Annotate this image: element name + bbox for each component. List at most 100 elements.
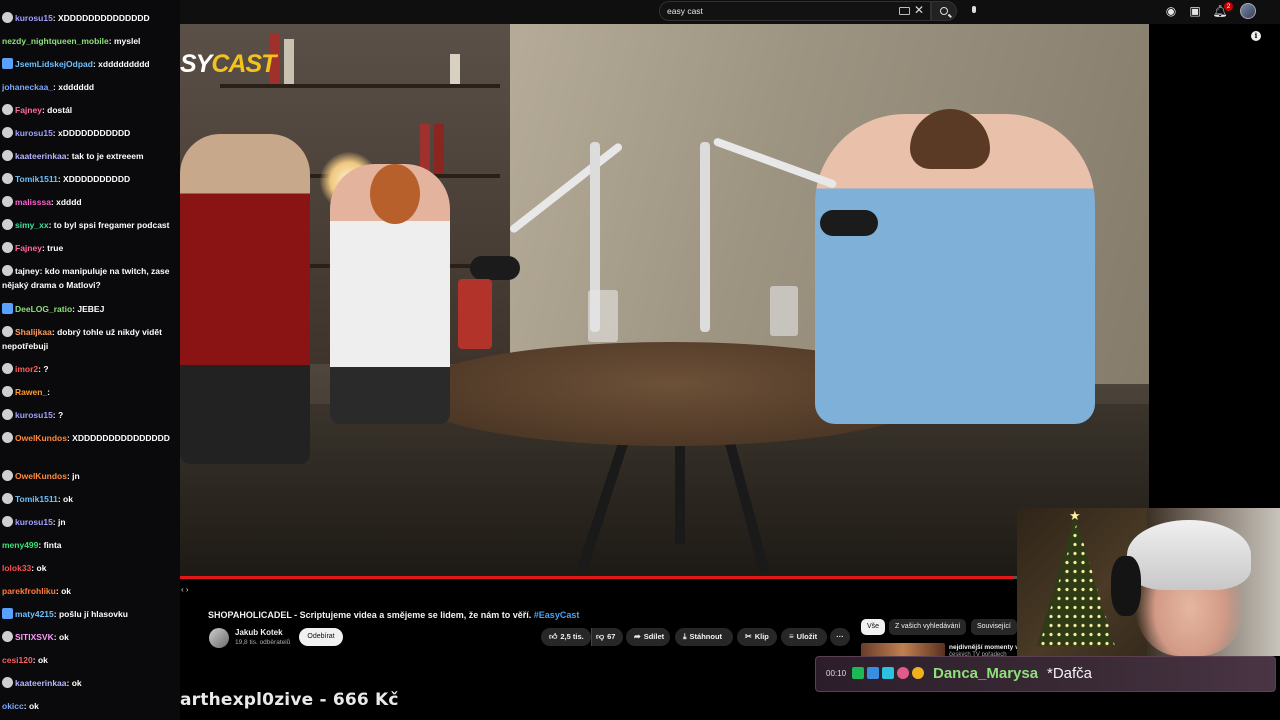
save-button[interactable]: ≡ Uložit [781,628,827,646]
chip-from-searches[interactable]: Z vašich vyhledávání [889,619,967,635]
chat-message: SITIXSVK: ok [2,630,178,644]
chat-username[interactable]: kaateerinkaa [15,151,67,161]
chat-username[interactable]: tajney [15,266,40,276]
stream-chat[interactable]: kurosu15: XDDDDDDDDDDDDDD nezdy_nightquee… [0,0,180,720]
chat-message: tajney: kdo manipuluje na twitch, zase n… [2,265,170,290]
chat-text: pošlu jí hlasovku [58,609,128,619]
chat-username[interactable]: Rawen_ [15,387,47,397]
chat-username[interactable]: simy_xx [15,220,49,230]
subscribe-button[interactable]: Odebírat [299,628,343,646]
chat-message: maty4215: pošlu jí hlasovku [2,607,178,621]
share-button[interactable]: ➦ Sdílet [626,628,670,646]
badge-icon [897,667,909,679]
chat-message: imor2: ? [2,362,178,376]
download-button[interactable]: ⤓ Stáhnout [675,628,733,646]
chat-username[interactable]: kurosu15 [15,128,53,138]
chat-text: JEBEJ [77,304,105,314]
chat-username[interactable]: Fajney [15,105,42,115]
search-input[interactable]: easy cast [667,6,703,16]
chat-username[interactable]: parekfrohliku [2,586,56,596]
chat-text: XDDDDDDDDDDDDDD [58,13,150,23]
chip-all[interactable]: Vše [861,619,886,635]
account-avatar[interactable] [1240,3,1256,19]
chat-text: tak to je extreeem [71,151,144,161]
chat-text: jn [72,471,80,481]
chat-text: ok [63,494,73,504]
chat-username[interactable]: meny499 [2,540,38,550]
search-button[interactable] [931,1,957,21]
clear-search-icon[interactable]: ✕ [914,3,924,17]
hashtag-link[interactable]: #EasyCast [534,610,580,620]
chat-message: Fajney: dostál [2,103,178,117]
chat-badge-icon [2,363,13,374]
more-actions-button[interactable]: ··· [830,628,850,646]
chat-username[interactable]: Tomik1511 [15,494,58,504]
chat-username[interactable]: Shalijkaa [15,327,52,337]
chat-badge-icon [2,265,13,276]
chat-message: simy_xx: to byl spsi fregamer podcast [2,218,178,232]
chat-text: xdddd [56,197,82,207]
chat-username[interactable]: imor2 [15,364,38,374]
search-box[interactable]: easy cast ✕ [659,1,931,21]
chat-username[interactable]: JsemLidskejOdpad [15,59,93,69]
video-player[interactable]: SYCAST [180,24,1149,579]
chat-badge-icon [2,173,13,184]
search-icon [940,7,948,15]
chat-text: ok [61,586,71,596]
chat-text: true [47,243,64,253]
chat-text: ? [58,410,64,420]
recommended-title: nejdivnější momenty v [949,644,1019,651]
headset [1111,556,1141,616]
badge-icon [882,667,894,679]
chat-username[interactable]: johaneckaa_ [2,82,53,92]
chat-text: to byl spsi fregamer podcast [53,220,170,230]
chat-text: myslel [113,36,141,46]
dislike-button[interactable]: 👎︎ 67 [591,628,623,646]
chat-text: ? [43,364,49,374]
chat-text: ok [36,563,47,573]
chip-related[interactable]: Související [971,619,1017,635]
chat-username[interactable]: Tomik1511 [15,174,58,184]
chat-username[interactable]: okicc [2,701,24,711]
chat-username[interactable]: DeeLOG_ratio [15,304,72,314]
chat-message: kurosu15: XDDDDDDDDDDDDDD [2,11,178,25]
streamer-webcam: ★ [1017,508,1280,656]
channel-name[interactable]: Jakub Kotek [235,628,283,637]
chat-username[interactable]: kurosu15 [15,13,53,23]
chat-message: DeeLOG_ratio: JEBEJ [2,302,178,316]
clip-button[interactable]: ✂ Klip [737,628,777,646]
chapter-arrow-icon[interactable]: ‹ › [181,585,189,594]
chat-username[interactable]: maty4215 [15,609,54,619]
chat-username[interactable]: kurosu15 [15,410,53,420]
chat-username[interactable]: malisssa [15,197,51,207]
like-button[interactable]: 👍︎ 2,5 tis. [541,628,591,646]
create-icon[interactable]: ◉ [1163,3,1179,19]
badge-icon [867,667,879,679]
chat-username[interactable]: SITIXSVK [15,632,54,642]
chat-username[interactable]: Fajney [15,243,42,253]
chat-badge-icon [2,104,13,115]
chat-badge-icon [2,386,13,397]
video-camera-icon[interactable]: ▣ [1187,3,1203,19]
chat-username[interactable]: kurosu15 [15,517,53,527]
chat-badge-icon [2,150,13,161]
chat-message: Rawen_: [2,385,178,399]
chat-message: Fajney: true [2,241,178,255]
chat-message: parekfrohliku: ok [2,586,71,596]
chat-username[interactable]: lolok33 [2,563,31,573]
alert-timestamp: 00:10 [826,669,847,678]
chat-username[interactable]: nezdy_nightqueen_mobile [2,36,109,46]
channel-avatar[interactable] [209,628,229,648]
keyboard-icon[interactable] [899,7,910,15]
voice-search-icon[interactable] [966,3,982,19]
info-icon[interactable]: i [1251,31,1261,41]
chat-username[interactable]: OwelKundos [15,433,67,443]
chat-username[interactable]: OwelKundos [15,471,67,481]
chat-text: XDDDDDDDDDDDDDDD [72,433,170,443]
chat-username[interactable]: cesi120 [2,655,33,665]
chat-badge-icon [2,242,13,253]
chat-badge-icon [2,219,13,230]
chat-username[interactable]: kaateerinkaa [15,678,67,688]
chat-message: kurosu15: jn [2,515,178,529]
chat-badge-icon [2,608,13,619]
